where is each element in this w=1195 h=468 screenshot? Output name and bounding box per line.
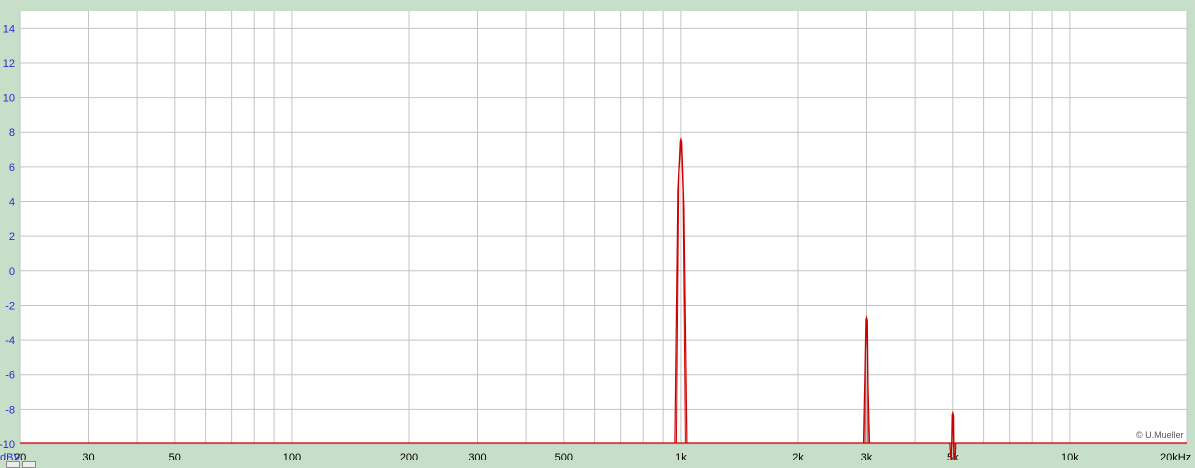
scroll-right-button[interactable] [22, 461, 36, 468]
y-tick-label: 14 [3, 23, 15, 35]
scroll-left-button[interactable] [6, 461, 20, 468]
y-tick-label: 12 [3, 58, 15, 70]
y-tick-label: 6 [9, 162, 15, 174]
y-tick-label: -6 [5, 370, 15, 382]
series-layer [20, 136, 1187, 468]
grid [19, 11, 1188, 445]
y-tick-label: 0 [9, 266, 15, 278]
spectrum-chart: 14121086420-2-4-6-8-10 20 30 50 100 200 300 50… [0, 11, 1191, 468]
y-tick-label: -8 [5, 404, 15, 416]
y-tick-label: -4 [5, 335, 15, 347]
y-tick-label: 4 [9, 197, 15, 209]
y-axis-ticks: 14 12 10 8 6 4 2 0 -2 -4 -6 -8 -10 [0, 23, 15, 451]
y-tick-label: 2 [9, 231, 15, 243]
status-strip [0, 460, 1195, 468]
y-tick-label: 10 [3, 93, 15, 105]
y-tick-label: -10 [0, 439, 15, 451]
y-tick-label: -2 [5, 300, 15, 312]
y-tick-label: 8 [9, 127, 15, 139]
credit-label: © U.Mueller [1136, 430, 1184, 440]
